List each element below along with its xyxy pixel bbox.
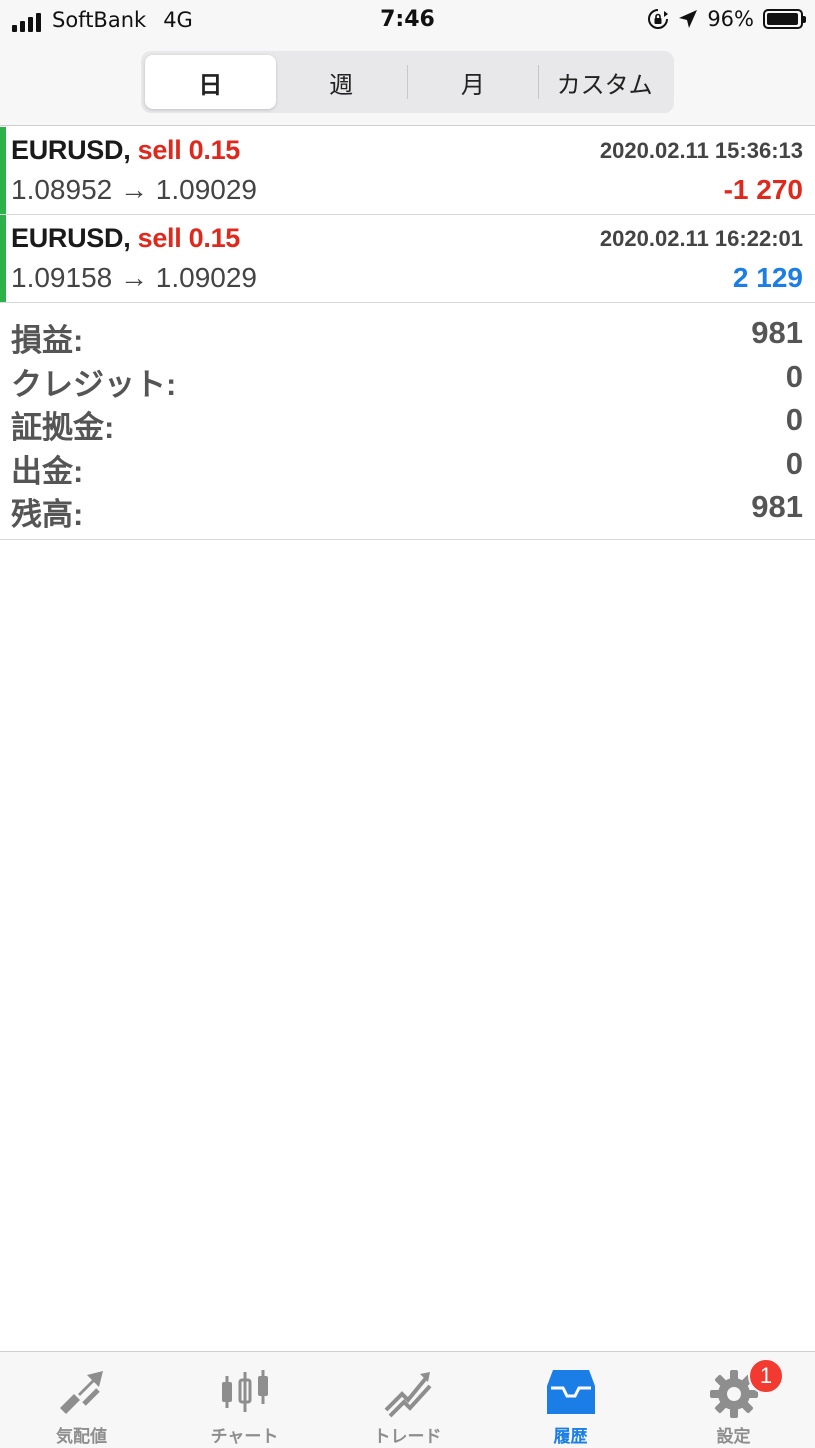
tab-settings[interactable]: 設定 1	[652, 1352, 815, 1448]
tab-quotes[interactable]: 気配値	[0, 1352, 163, 1448]
summary-value: 981	[751, 315, 803, 350]
trade-row[interactable]: EURUSD, sell 0.15 2020.02.11 16:22:01 1.…	[0, 215, 815, 303]
status-right: 96%	[647, 7, 806, 31]
trade-side-volume: sell 0.15	[137, 135, 241, 165]
trade-status-bar	[0, 215, 6, 302]
tab-chart[interactable]: チャート	[163, 1352, 326, 1448]
trade-profit: -1 270	[723, 174, 803, 205]
period-segmented-control: 日 週 月 カスタム	[141, 51, 674, 113]
battery-percent: 96%	[707, 7, 754, 31]
tab-week[interactable]: 週	[276, 55, 407, 109]
notification-badge: 1	[748, 1358, 784, 1394]
trade-title: EURUSD, sell 0.15	[11, 135, 240, 166]
trade-symbol: EURUSD,	[11, 223, 131, 253]
trade-prices: 1.08952 → 1.09029	[11, 174, 257, 205]
trade-side-volume: sell 0.15	[137, 223, 241, 253]
tab-label: 履歴	[553, 1427, 588, 1447]
account-summary: 損益: 981 クレジット: 0 証拠金: 0 出金: 0 残高: 981	[0, 305, 815, 540]
tab-label: トレード	[373, 1427, 442, 1447]
trade-time: 2020.02.11 15:36:13	[599, 138, 803, 163]
summary-label: 残高:	[11, 497, 84, 532]
summary-label: クレジット:	[11, 366, 177, 402]
tab-custom[interactable]: カスタム	[539, 55, 670, 109]
summary-row-credit: クレジット: 0	[0, 355, 815, 402]
summary-value: 0	[785, 358, 803, 394]
summary-label: 出金:	[11, 453, 84, 489]
summary-value: 0	[785, 402, 803, 437]
summary-row-withdrawal: 出金: 0	[0, 442, 815, 489]
status-bar: SoftBank 4G 7:46 96%	[0, 0, 815, 40]
summary-value: 981	[751, 489, 803, 524]
trade-icon	[384, 1372, 431, 1418]
summary-row-margin: 証拠金: 0	[0, 398, 815, 445]
summary-row-balance: 残高: 981	[0, 485, 815, 532]
tab-day[interactable]: 日	[145, 55, 276, 109]
chart-candles-icon	[221, 1370, 268, 1412]
history-inbox-icon	[546, 1370, 595, 1414]
tab-label: 気配値	[56, 1427, 107, 1447]
trade-history-list: EURUSD, sell 0.15 2020.02.11 15:36:13 1.…	[0, 127, 815, 303]
location-icon	[679, 10, 698, 28]
trade-time: 2020.02.11 16:22:01	[599, 226, 803, 251]
tab-month[interactable]: 月	[408, 55, 539, 109]
trade-profit: 2 129	[732, 262, 803, 293]
summary-label: 損益:	[11, 323, 84, 358]
summary-value: 0	[785, 445, 803, 481]
trade-title: EURUSD, sell 0.15	[11, 223, 240, 254]
quotes-icon	[59, 1371, 103, 1414]
tab-trade[interactable]: トレード	[326, 1352, 489, 1448]
summary-row-profit: 損益: 981	[0, 311, 815, 358]
battery-level	[767, 13, 798, 25]
battery-icon	[763, 9, 806, 29]
orientation-lock-icon	[648, 9, 669, 29]
bottom-tab-bar: 気配値 チャート トレード 履歴 設定 1	[0, 1351, 815, 1448]
summary-label: 証拠金:	[11, 410, 115, 445]
trade-prices: 1.09158 → 1.09029	[11, 262, 257, 293]
trade-status-bar	[0, 127, 6, 214]
period-header: 日 週 月 カスタム	[0, 40, 815, 126]
trade-row[interactable]: EURUSD, sell 0.15 2020.02.11 15:36:13 1.…	[0, 127, 815, 215]
tab-label: 設定	[716, 1427, 751, 1447]
trade-symbol: EURUSD,	[11, 135, 131, 165]
tab-label: チャート	[210, 1427, 279, 1447]
tab-history[interactable]: 履歴	[489, 1352, 652, 1448]
